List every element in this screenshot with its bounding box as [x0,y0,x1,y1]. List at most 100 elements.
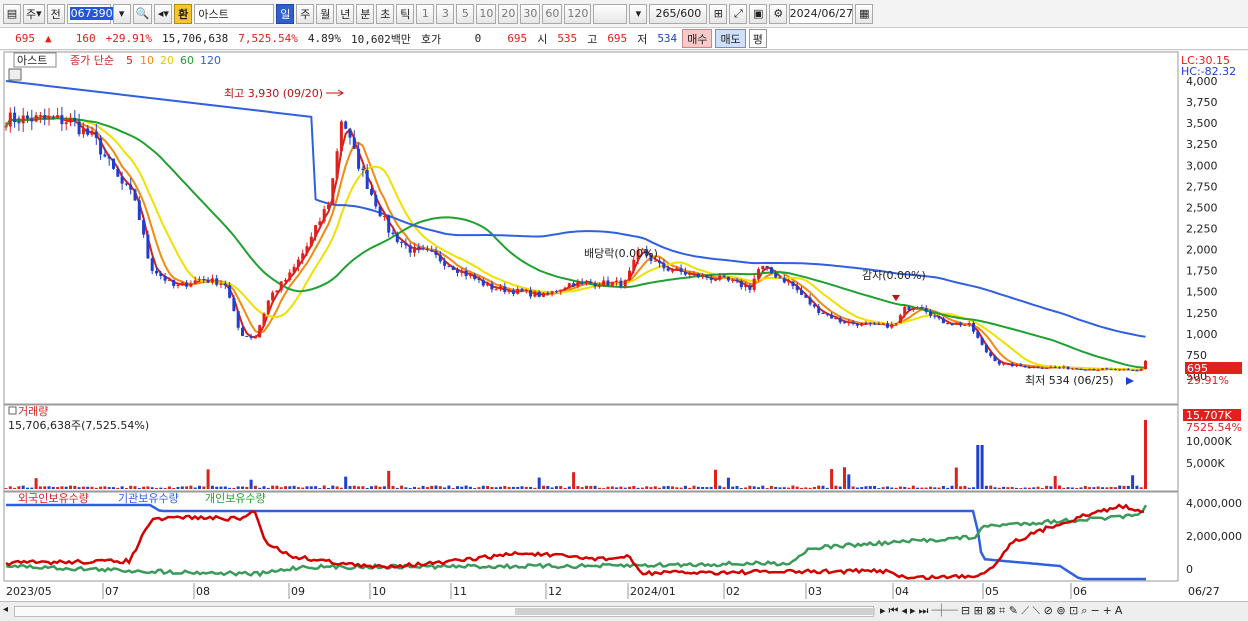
volume-bar [236,486,240,489]
volume-bar [1027,487,1031,489]
horizontal-scrollbar[interactable] [14,606,875,617]
candle-body [421,248,425,250]
volume-bar [1135,485,1139,489]
candle-body [103,154,107,157]
count-60[interactable]: 60 [542,3,563,24]
ma5-legend: 5 [126,54,133,67]
stock-name-field[interactable]: 아스트 [194,3,275,24]
volume-bar [529,486,533,489]
volume-bar [808,487,812,489]
scroll-left-icon[interactable]: ◂ [3,604,8,615]
zoom-icon[interactable]: ⌕ [1081,604,1087,618]
text-tool-icon[interactable]: A [1115,604,1123,618]
volume-bar [90,486,94,489]
zoom-slider[interactable]: ─┼── [931,604,958,618]
candle-body [361,168,365,171]
holdings-panel-frame [3,491,1179,582]
count-3[interactable]: 3 [436,3,455,24]
volume-bar [202,486,206,489]
count-20[interactable]: 20 [498,3,519,24]
candle-body [731,280,735,282]
volume-bar [572,472,576,489]
volume-bar [232,487,236,489]
period-day[interactable]: 일 [276,3,295,24]
chart-area[interactable]: 아스트 종가 단순 5 10 20 60 120 LC:30.15 HC:-82… [0,51,1248,601]
x-label: 08 [196,585,210,598]
window-menu-icon[interactable]: ▤ [3,3,21,24]
next-icon[interactable]: ▸ [910,604,916,618]
count-30[interactable]: 30 [520,3,541,24]
indicator-icon[interactable]: ⊞ [709,3,728,24]
candle-body [374,194,378,207]
volume-bar [941,486,945,489]
candle-body [821,312,825,314]
volume-bar [585,485,588,489]
volume-bar [886,486,889,489]
count-10[interactable]: 10 [476,3,497,24]
candle-body [172,279,176,287]
speaker-icon[interactable]: ◂▾ [154,3,173,24]
candle-body [408,245,412,253]
draw-tool-icon[interactable]: ⤢ [729,3,748,24]
institution-holdings-legend: 기관보유수량 [118,492,179,505]
date-field[interactable]: 2024/06/27 [789,3,854,24]
gear-icon[interactable]: ⚙ [769,3,788,24]
candle-body [567,283,571,288]
volume-bar [38,486,42,489]
table-icon[interactable] [8,68,22,81]
period-month[interactable]: 월 [316,3,335,24]
candle-body [752,278,756,290]
custom-count-input[interactable] [593,3,628,24]
last-icon[interactable]: ⏭ [919,604,929,618]
period-tick[interactable]: 틱 [396,3,415,24]
candle-body [451,266,455,271]
volume-bar [69,485,72,489]
custom-count-dropdown-icon[interactable]: ▾ [629,3,648,24]
search-icon[interactable]: 🔍 [132,3,153,24]
candle-body [155,270,158,274]
eval-button[interactable]: 평 [748,29,767,48]
currency-button[interactable]: 환 [174,3,193,24]
volume-bar [597,487,601,489]
period-year[interactable]: 년 [336,3,355,24]
stock-code-input[interactable]: 067390 [66,3,114,24]
zoom-in-icon[interactable]: + [1103,604,1112,618]
volume-bar [778,487,782,489]
buy-button[interactable]: 매수 [682,29,713,48]
candle-body [279,281,283,291]
save-icon[interactable]: ▣ [749,3,768,24]
count-120[interactable]: 120 [564,3,592,24]
candle-body [714,279,717,281]
count-1[interactable]: 1 [416,3,435,24]
candle-body [64,122,68,125]
candle-body [542,292,545,297]
view-count-field[interactable]: 265/600 [649,3,708,24]
candle-body [529,290,533,297]
candle-body [1066,366,1070,369]
candle-body [950,324,954,326]
period-minute[interactable]: 분 [356,3,375,24]
tool-icons[interactable]: ⊟ ⊞ ⊠ ⌗ ✎ ⟋ ⟍ ⊘ ⊚ ⊡ [961,604,1078,618]
candle-body [507,290,511,293]
calendar-icon[interactable]: ▦ [855,3,874,24]
scroll-thumb[interactable] [515,608,875,615]
period-week[interactable]: 주 [296,3,315,24]
prev-icon[interactable]: ◂ [901,604,907,618]
scroll-right-icon[interactable]: ▸ [880,604,886,618]
sell-button[interactable]: 매도 [715,29,746,48]
prev-button[interactable]: 전 [46,3,65,24]
zoom-out-icon[interactable]: − [1090,604,1099,618]
period-second[interactable]: 초 [376,3,395,24]
chart-svg: 아스트 종가 단순 5 10 20 60 120 LC:30.15 HC:-82… [3,51,1242,599]
type-select[interactable]: 주 ▾ [23,3,45,24]
first-icon[interactable]: ⏮ [889,604,899,618]
candle-body [817,306,821,313]
volume-bar [709,486,713,489]
count-5[interactable]: 5 [456,3,475,24]
volume-bar [705,487,709,489]
code-dropdown-icon[interactable]: ▾ [112,3,131,24]
candle-body [318,221,322,226]
candle-body [757,269,760,279]
volume-bar [271,485,275,489]
volume-bar [167,486,171,489]
